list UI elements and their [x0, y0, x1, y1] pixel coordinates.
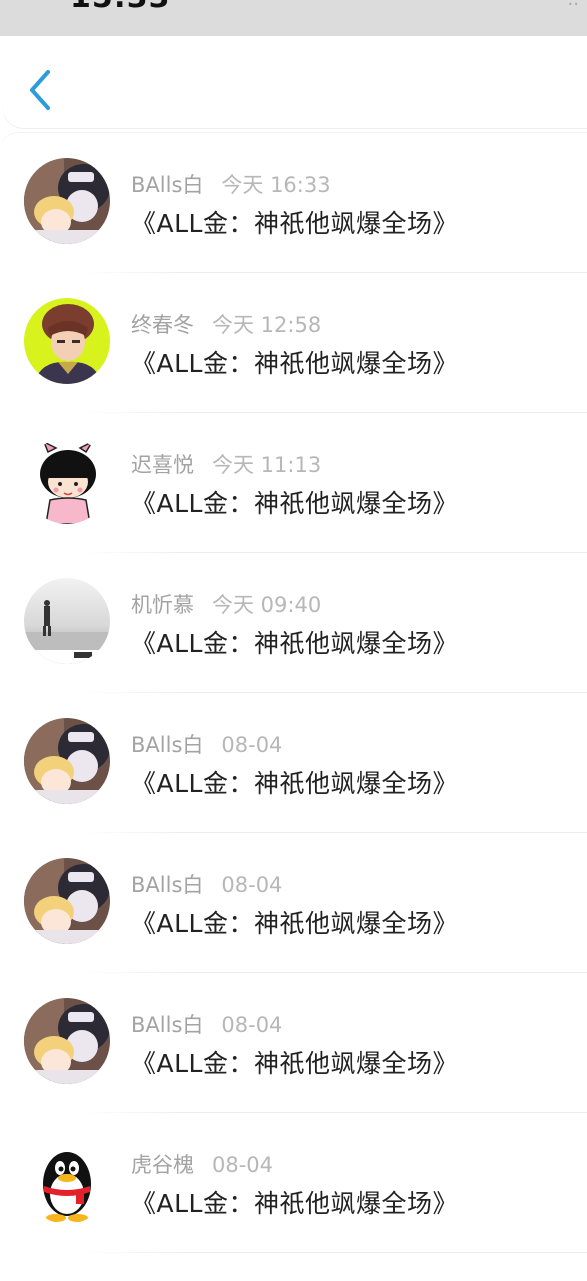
avatar [24, 298, 110, 384]
message-title: 《ALL金：神祇他飒爆全场》 [131, 769, 458, 798]
list-item[interactable]: 机忻慕 今天 09:40 《ALL金：神祇他飒爆全场》 [0, 553, 587, 693]
sender-name: BAlls白 08-04 [131, 733, 283, 757]
status-time: 15:33 [70, 0, 171, 15]
navigation-bar [2, 36, 587, 128]
qq-penguin-avatar-icon [24, 1138, 110, 1224]
message-time: 08-04 [221, 733, 283, 757]
sender-name: BAlls白 今天 16:33 [131, 173, 331, 197]
avatar [24, 578, 110, 664]
list-item[interactable]: BAlls白 08-04 《ALL金：神祇他飒爆全场》 [0, 693, 587, 833]
avatar [24, 718, 110, 804]
sender-name: 迟喜悦 今天 11:13 [131, 453, 322, 477]
list-item[interactable]: BAlls白 今天 16:33 《ALL金：神祇他飒爆全场》 [0, 133, 587, 273]
avatar [24, 438, 110, 524]
sender-name: 终春冬 今天 12:58 [131, 313, 322, 337]
message-time: 08-04 [221, 1013, 283, 1037]
anime-boys-avatar-icon [24, 858, 110, 944]
status-bar: 15:33 ·· [0, 0, 587, 36]
anime-boys-avatar-icon [24, 158, 110, 244]
message-time: 08-04 [221, 873, 283, 897]
divider [82, 1252, 587, 1253]
message-list: BAlls白 今天 16:33 《ALL金：神祇他飒爆全场》 终春冬 今天 12:5… [0, 132, 587, 1281]
avatar [24, 858, 110, 944]
anime-boys-avatar-icon [24, 998, 110, 1084]
back-button[interactable] [24, 68, 64, 112]
list-item[interactable]: BAlls白 08-04 《ALL金：神祇他飒爆全场》 [0, 833, 587, 973]
anime-boy-yellow-avatar-icon [24, 298, 110, 384]
sender-name: 机忻慕 今天 09:40 [131, 593, 322, 617]
avatar [24, 998, 110, 1084]
message-title: 《ALL金：神祇他飒爆全场》 [131, 909, 458, 938]
avatar [24, 1138, 110, 1224]
chevron-left-icon [30, 70, 50, 110]
grayscale-photo-avatar-icon [24, 578, 110, 664]
message-title: 《ALL金：神祇他飒爆全场》 [131, 1189, 458, 1218]
status-icons: ·· [567, 0, 579, 15]
message-title: 《ALL金：神祇他飒爆全场》 [131, 349, 458, 378]
message-title: 《ALL金：神祇他飒爆全场》 [131, 209, 458, 238]
list-item[interactable]: 终春冬 今天 12:58 《ALL金：神祇他飒爆全场》 [0, 273, 587, 413]
message-title: 《ALL金：神祇他飒爆全场》 [131, 1049, 458, 1078]
list-item[interactable]: 迟喜悦 今天 11:13 《ALL金：神祇他飒爆全场》 [0, 413, 587, 553]
sender-name: BAlls白 08-04 [131, 1013, 283, 1037]
message-time: 08-04 [212, 1153, 274, 1177]
message-title: 《ALL金：神祇他飒爆全场》 [131, 629, 458, 658]
list-item[interactable]: BAlls白 08-04 《ALL金：神祇他飒爆全场》 [0, 973, 587, 1113]
list-item[interactable]: 虎谷槐 08-04 《ALL金：神祇他飒爆全场》 [0, 1113, 587, 1253]
message-time: 今天 11:13 [212, 453, 322, 477]
message-title: 《ALL金：神祇他飒爆全场》 [131, 489, 458, 518]
sender-name: BAlls白 08-04 [131, 873, 283, 897]
anime-boys-avatar-icon [24, 718, 110, 804]
message-time: 今天 09:40 [212, 593, 322, 617]
sender-name: 虎谷槐 08-04 [131, 1153, 274, 1177]
message-time: 今天 12:58 [212, 313, 322, 337]
cartoon-girl-avatar-icon [24, 438, 110, 524]
avatar [24, 158, 110, 244]
message-time: 今天 16:33 [221, 173, 331, 197]
